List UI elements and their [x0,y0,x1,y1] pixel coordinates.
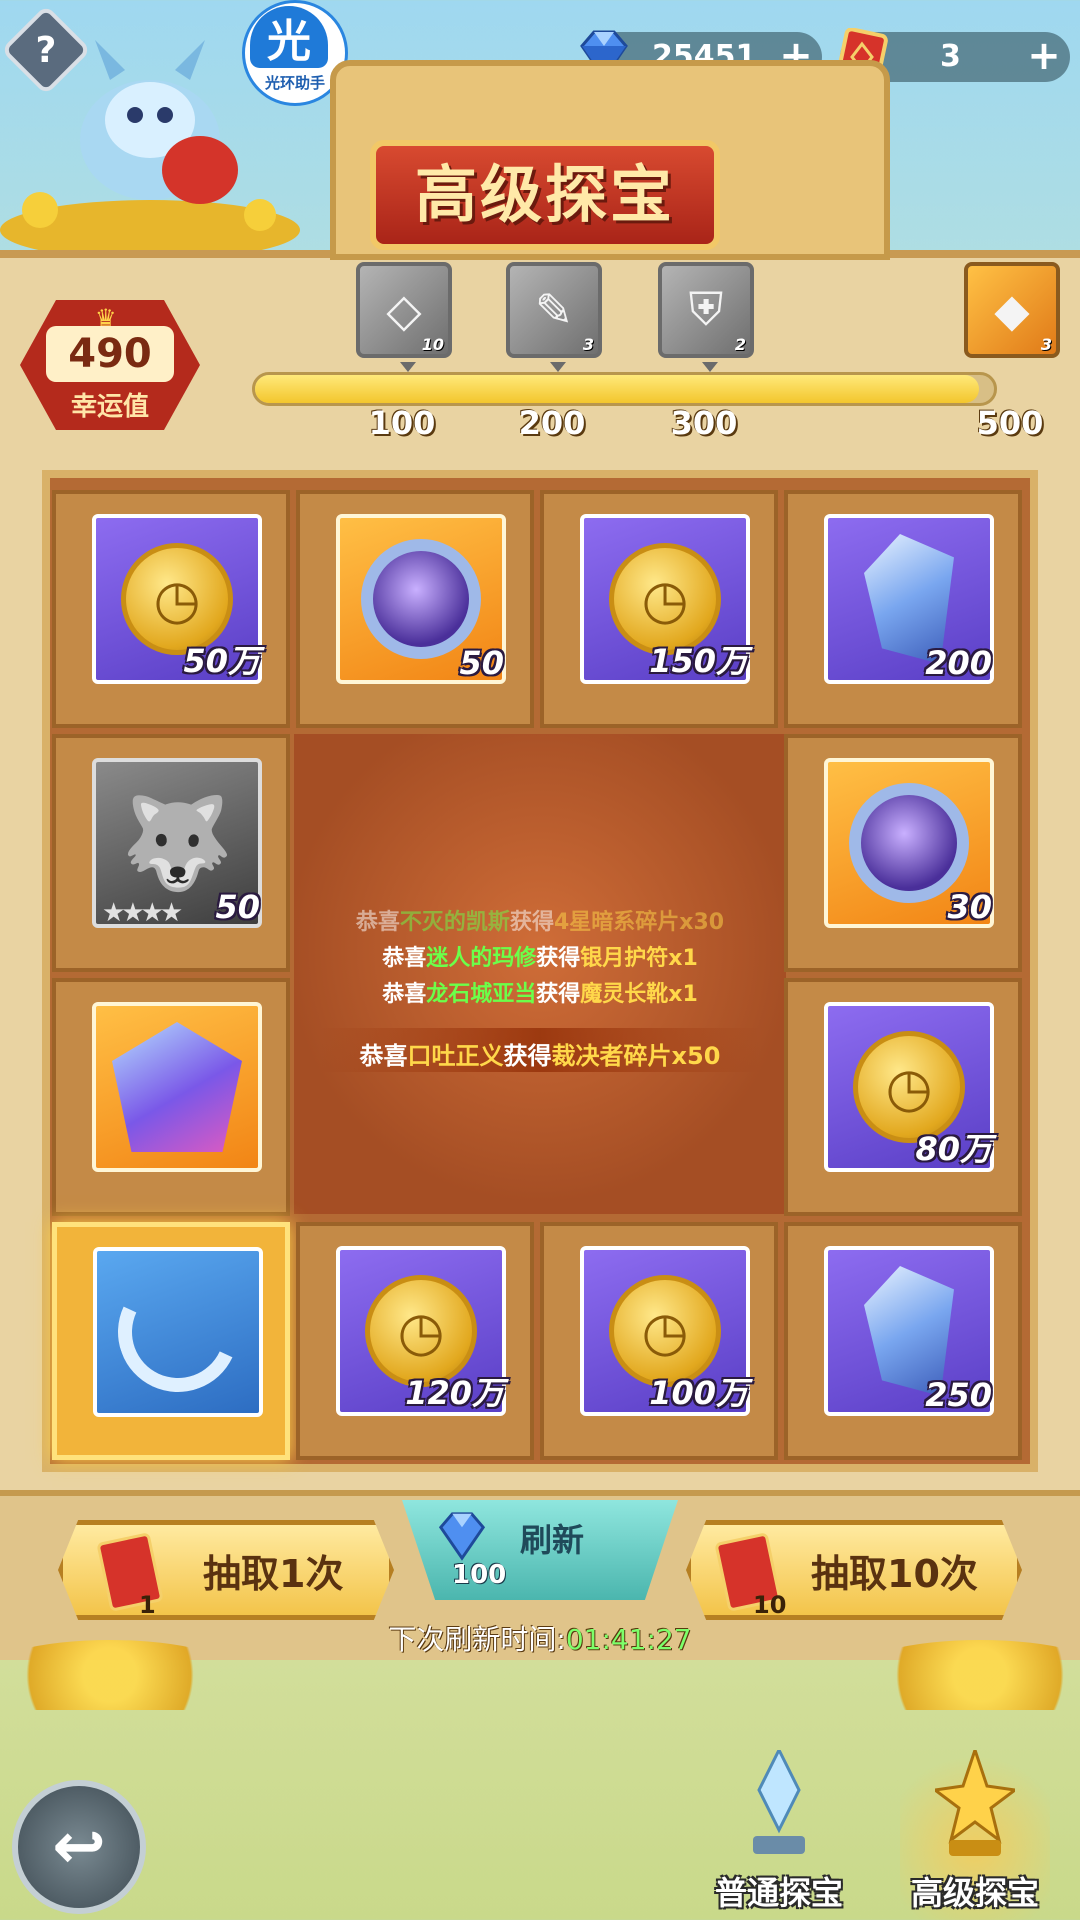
log-line: 恭喜龙石城亚当获得魔灵长靴x1 [382,982,698,1007]
page-title: 高级探宝 [414,158,675,231]
normal-treasure-tab[interactable]: 普通探宝 [704,1740,854,1920]
draw-once-cost: 1 [139,1591,156,1619]
milestone-reward-100[interactable]: ◇ 10 [356,262,452,372]
prize-tile: ◷ 100万 [540,1222,778,1460]
draw-once-label: 抽取1次 [203,1551,344,1596]
prize-tile: 200 [784,490,1022,728]
prize-quantity: 50 [459,644,504,682]
refresh-cost: 100 [452,1560,507,1590]
prize-quantity: 50 [215,888,260,926]
draw-once-button[interactable]: 1 抽取1次 [58,1520,394,1620]
draw-ten-cost: 10 [753,1591,787,1619]
log-line-latest: 恭喜口吐正义获得裁决者碎片x50 [359,1042,721,1070]
back-arrow-icon: ↩ [52,1810,106,1884]
diamond-icon [438,1512,486,1561]
next-refresh-label: 下次刷新时间: [388,1623,566,1656]
luck-value: 490 [68,331,152,377]
prize-quantity: 100万 [649,1374,748,1412]
milestone-count: 10 [421,335,444,354]
prize-quantity: 250 [925,1376,992,1414]
prize-quantity: 30 [947,888,992,926]
milestone-reward-200[interactable]: ✎ 3 [506,262,602,372]
milestone-label-200: 200 [518,404,586,442]
luck-badge: ♛ 490 幸运值 [10,290,210,440]
log-line: 恭喜迷人的玛修获得银月护符x1 [382,946,698,971]
milestone-count: 2 [734,335,746,354]
advanced-treasure-label: 高级探宝 [910,1874,1039,1912]
luck-progress-fill [255,375,979,403]
prize-tile: 250 [784,1222,1022,1460]
help-icon: ? [35,29,57,71]
prize-tile [52,978,290,1216]
milestone-count: 3 [582,335,594,354]
gold-pile-decor [850,1640,1080,1710]
star-rating-icon: ★★★★ [102,898,183,928]
next-refresh-time: 01:41:27 [565,1623,692,1656]
milestone-label-500: 500 [976,404,1044,442]
prize-tile: ◷ 120万 [296,1222,534,1460]
prize-tile: ◷ 50万 [52,490,290,728]
milestone-reward-300[interactable]: ⛨ 2 [658,262,754,372]
prize-quantity: 200 [925,644,992,682]
milestone-count: 3 [1040,335,1052,354]
crystal-pedestal-icon [753,1750,805,1854]
draw-ten-button[interactable]: 10 抽取10次 [686,1520,1022,1620]
milestone-label-100: 100 [368,404,436,442]
luck-label: 幸运值 [70,392,149,422]
gold-star-pedestal-icon [935,1750,1015,1856]
log-line: 恭喜不灭的凯斯获得4星暗系碎片x30 [355,910,725,935]
hook-amulet-icon [101,1255,255,1409]
advanced-treasure-tab[interactable]: 高级探宝 [900,1740,1050,1920]
gold-pile-decor [0,1640,240,1710]
draw-ten-label: 抽取10次 [811,1551,978,1596]
prize-tile-selected [52,1222,290,1460]
normal-treasure-label: 普通探宝 [714,1874,843,1912]
prize-quantity: 150万 [649,642,748,680]
prize-tile: 30 [784,734,1022,972]
card-count: 3 [940,39,961,74]
dark-hero-shard-icon: 🐺 [120,790,234,896]
prize-quantity: 120万 [405,1374,504,1412]
milestone-reward-500[interactable]: ◆ 3 [964,262,1060,358]
magic-orb-icon [361,539,481,659]
add-cards-button[interactable]: + [1024,36,1064,77]
prize-tile: 🐺 ★★★★ 50 [52,734,290,972]
prize-tile: ◷ 80万 [784,978,1022,1216]
prize-quantity: 50万 [183,642,260,680]
prize-tile: ◷ 150万 [540,490,778,728]
milestone-label-300: 300 [670,404,738,442]
prize-quantity: 80万 [915,1130,992,1168]
magic-orb-icon [849,783,969,903]
win-log: 恭喜不灭的凯斯获得4星暗系碎片x30 恭喜迷人的玛修获得银月护符x1 恭喜龙石城… [294,900,786,1080]
back-button[interactable]: ↩ [12,1780,146,1914]
refresh-label: 刷新 [520,1521,585,1559]
rainbow-gem-icon [112,1022,242,1152]
prize-tile: 50 [296,490,534,728]
